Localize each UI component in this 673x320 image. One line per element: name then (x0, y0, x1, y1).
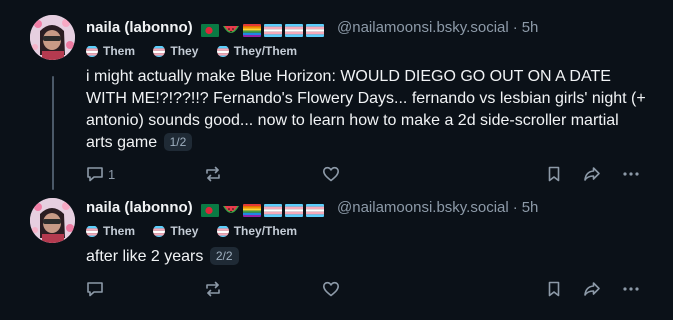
trans-flag-icon (305, 203, 324, 217)
author-emoji-flags (200, 19, 327, 41)
avatar[interactable] (30, 15, 75, 60)
separator-dot: · (512, 19, 518, 36)
post-header: naila (labonno) @nailamoonsi.bsky.social… (86, 17, 538, 39)
post[interactable]: naila (labonno) @nailamoonsi.bsky.social… (0, 0, 673, 190)
separator-dot: · (512, 199, 518, 216)
bookmark-button[interactable] (545, 163, 563, 185)
thread-counter-badge: 1/2 (163, 133, 193, 151)
pronoun-label: They (170, 44, 199, 58)
post-timestamp[interactable]: 5h (522, 19, 539, 36)
trans-flag-icon (263, 203, 282, 217)
more-icon (623, 287, 639, 291)
pronoun-badge: They/Them (216, 42, 298, 60)
pronoun-label: Them (103, 44, 136, 58)
avatar[interactable] (30, 198, 75, 243)
pronoun-label: Them (103, 224, 136, 238)
bookmark-icon (548, 281, 560, 297)
pronoun-label: They/Them (233, 44, 298, 58)
reply-count: 1 (108, 166, 116, 182)
more-options-button[interactable] (622, 278, 640, 300)
rainbow-flag-icon (242, 23, 261, 37)
flag-bangladesh-icon (200, 23, 219, 37)
pronoun-label: They/Them (233, 224, 298, 238)
trans-circle-icon (86, 45, 98, 57)
pronoun-badge: They (153, 42, 198, 60)
author-display-name[interactable]: naila (labonno) (86, 19, 193, 36)
author-emoji-flags (200, 199, 327, 221)
pronoun-label: They (170, 224, 199, 238)
trans-circle-icon (153, 225, 166, 237)
trans-circle-icon (216, 45, 229, 57)
pronoun-badge: They/Them (216, 222, 298, 240)
watermelon-icon (222, 24, 240, 37)
thread-counter-badge: 2/2 (209, 247, 239, 265)
like-button[interactable] (322, 278, 340, 300)
trans-circle-icon (86, 225, 98, 237)
author-display-name[interactable]: naila (labonno) (86, 199, 193, 216)
post-header: naila (labonno) @nailamoonsi.bsky.social… (86, 197, 538, 219)
repost-button[interactable] (204, 278, 222, 300)
post-text: i might actually make Blue Horizon: WOUL… (86, 66, 646, 154)
like-button[interactable] (322, 163, 340, 185)
trans-circle-icon (216, 225, 229, 237)
post-timestamp[interactable]: 5h (522, 199, 539, 216)
more-options-button[interactable] (622, 163, 640, 185)
bookmark-icon (548, 166, 560, 182)
reply-button[interactable] (86, 278, 108, 300)
pronoun-badge: They (153, 222, 198, 240)
more-icon (623, 172, 639, 176)
like-icon (323, 166, 339, 182)
share-button[interactable] (583, 278, 601, 300)
trans-flag-icon (284, 23, 303, 37)
bookmark-button[interactable] (545, 278, 563, 300)
post-actions: 1 (86, 163, 646, 185)
author-handle[interactable]: @nailamoonsi.bsky.social (337, 199, 509, 216)
reply-icon (87, 167, 103, 182)
like-icon (323, 281, 339, 297)
post-text: after like 2 years 2/2 (86, 246, 646, 268)
repost-icon (206, 281, 220, 297)
reply-icon (87, 282, 103, 297)
watermelon-icon (222, 204, 240, 217)
pronoun-badges: Them They They/Them (86, 222, 312, 240)
post-actions (86, 278, 646, 300)
pronoun-badge: Them (86, 42, 135, 60)
post[interactable]: naila (labonno) @nailamoonsi.bsky.social… (0, 190, 673, 320)
share-icon (584, 282, 600, 296)
repost-button[interactable] (204, 163, 222, 185)
share-icon (584, 167, 600, 181)
trans-flag-icon (284, 203, 303, 217)
repost-icon (206, 166, 220, 182)
share-button[interactable] (583, 163, 601, 185)
author-handle[interactable]: @nailamoonsi.bsky.social (337, 19, 509, 36)
pronoun-badges: Them They They/Them (86, 42, 312, 60)
reply-button[interactable]: 1 (86, 163, 115, 185)
trans-circle-icon (153, 45, 166, 57)
trans-flag-icon (305, 23, 324, 37)
trans-flag-icon (263, 23, 282, 37)
pronoun-badge: Them (86, 222, 135, 240)
rainbow-flag-icon (242, 203, 261, 217)
flag-bangladesh-icon (200, 203, 219, 217)
post-text-content: after like 2 years (86, 248, 204, 265)
